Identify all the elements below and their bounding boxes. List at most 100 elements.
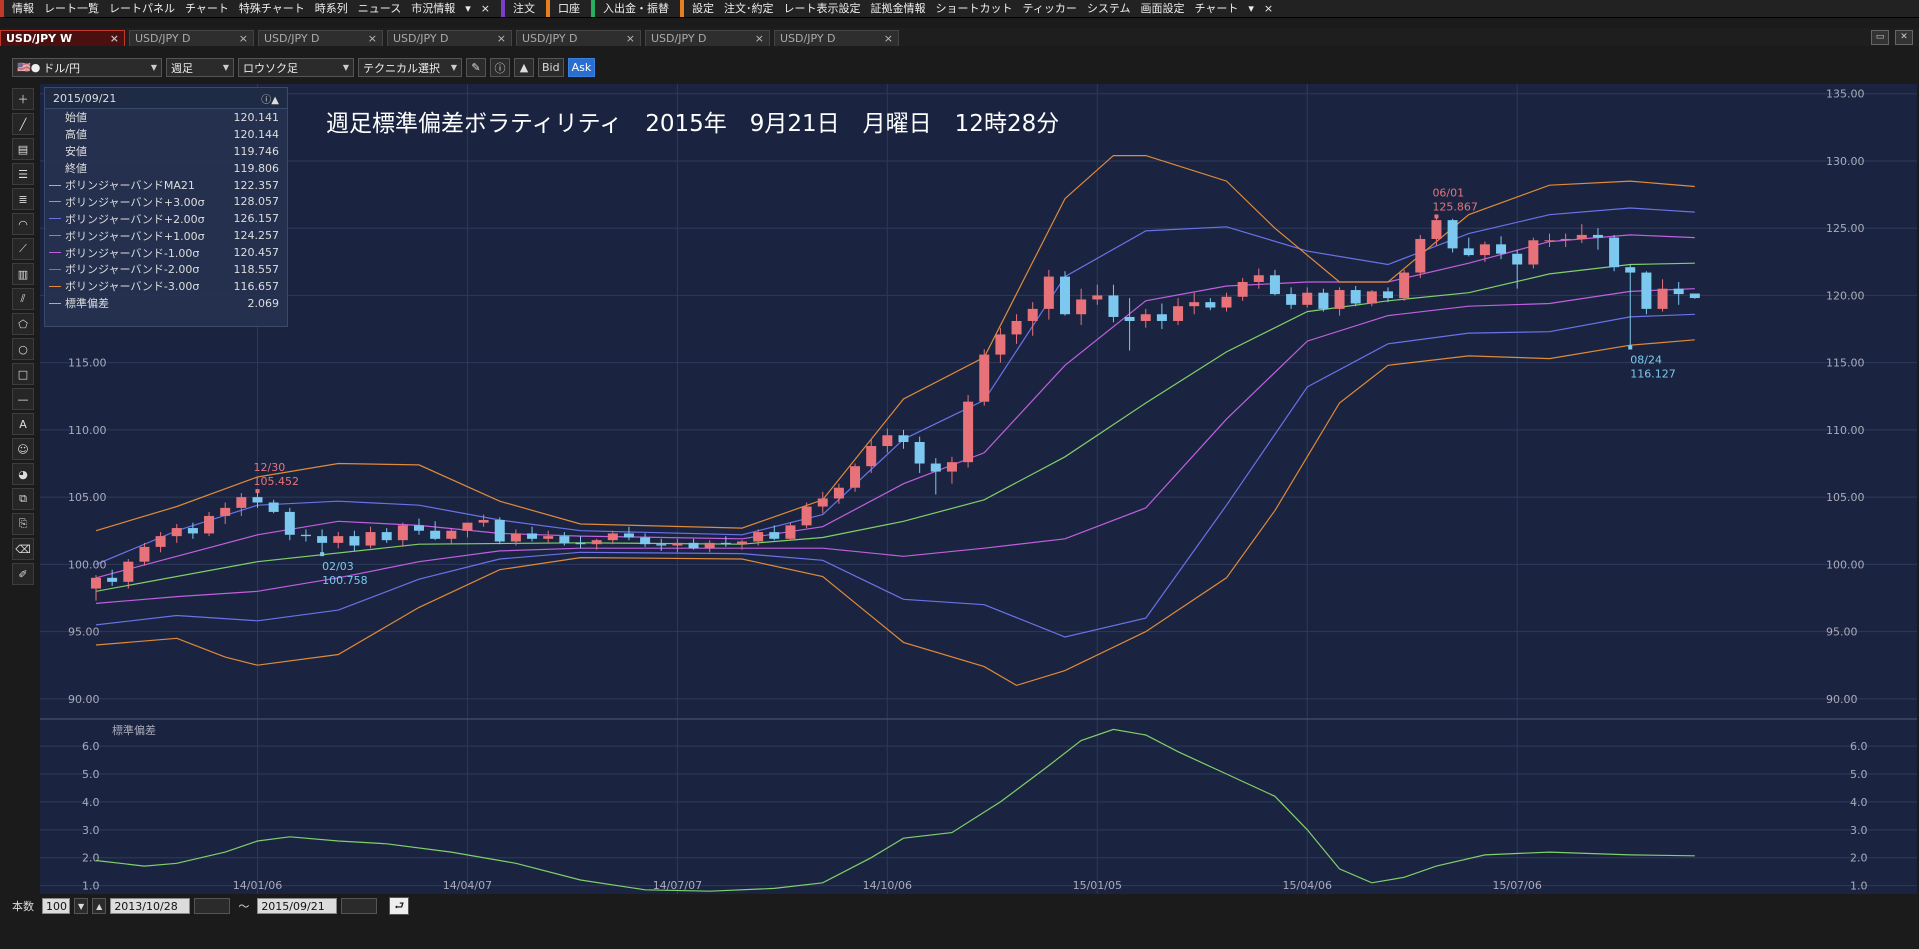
chart-tab-label: USD/JPY D (780, 32, 836, 45)
chart-tab[interactable]: USD/JPY D × (774, 30, 899, 46)
status-bar (0, 935, 1919, 949)
pentagon-icon[interactable]: ⬠ (12, 313, 34, 335)
candle-body (656, 544, 667, 546)
menu-item[interactable]: 市況情報 (406, 0, 460, 17)
fibonacci-icon[interactable]: ≣ (12, 188, 34, 210)
close-tab-icon[interactable]: × (497, 32, 506, 45)
menu-item[interactable]: 入出金・振替 (598, 0, 674, 17)
menu-item[interactable]: ▾ (460, 0, 476, 17)
info-panel: 2015/09/21 ⓘ▲ 始値 120.141 高値 120.144 安値 119.74… (44, 87, 288, 327)
menu-item[interactable]: レート表示設定 (778, 0, 865, 17)
menu-item[interactable]: ▾ (1243, 0, 1259, 17)
circle-icon[interactable]: ○ (12, 338, 34, 360)
candle-body (107, 577, 118, 582)
ruler-icon[interactable]: ▤ (12, 138, 34, 160)
candle-body (430, 530, 441, 539)
menu-item[interactable]: 設定 (687, 0, 719, 17)
candle-body (1625, 267, 1636, 273)
y-tick-label-right: 95.00 (1826, 626, 1858, 639)
close-tab-icon[interactable]: × (884, 32, 893, 45)
count-down-icon[interactable]: ▼ (74, 898, 89, 914)
horizontal-line-icon[interactable]: — (12, 388, 34, 410)
paste-icon[interactable]: ⎘ (12, 513, 34, 535)
close-tab-icon[interactable]: × (368, 32, 377, 45)
menu-item[interactable]: 注文 (508, 0, 540, 17)
crosshair-icon[interactable]: ＋ (12, 88, 34, 110)
text-icon[interactable]: A (12, 413, 34, 435)
chart-tab[interactable]: USD/JPY D × (516, 30, 641, 46)
chart-type-select[interactable]: ロウソク足 ▼ (238, 58, 354, 77)
menu-item[interactable]: 注文･約定 (719, 0, 779, 17)
period-select[interactable]: 週足 ▼ (166, 58, 234, 77)
arc-icon[interactable]: ◠ (12, 213, 34, 235)
menu-item[interactable]: × (1259, 0, 1278, 17)
menu-item[interactable]: システム (1082, 0, 1136, 17)
candle-body (478, 519, 489, 523)
ask-button[interactable]: Ask (567, 58, 596, 77)
menu-item[interactable]: チャート (180, 0, 234, 17)
menu-item[interactable]: 証拠金情報 (865, 0, 930, 17)
menu-item[interactable]: × (476, 0, 495, 17)
menu-item[interactable]: 時系列 (310, 0, 353, 17)
x-tick-label: 15/04/06 (1283, 879, 1332, 892)
candle-body (704, 542, 715, 549)
chart-shape-icon[interactable]: ▲ (514, 58, 534, 77)
fan-icon[interactable]: ⟋ (12, 238, 34, 260)
eraser-icon[interactable]: ⌫ (12, 538, 34, 560)
erase-all-icon[interactable]: ✐ (12, 563, 34, 585)
chart-tab[interactable]: USD/JPY D × (387, 30, 512, 46)
rectangle-icon[interactable]: □ (12, 363, 34, 385)
candle-body (510, 533, 521, 542)
close-tab-icon[interactable]: × (110, 32, 119, 45)
menu-item[interactable]: レート一覧 (39, 0, 104, 17)
candle-body (139, 546, 150, 562)
restore-window-button[interactable]: ▭ (1871, 30, 1889, 45)
chart-tab[interactable]: USD/JPY W × (0, 30, 125, 46)
chart-tab[interactable]: USD/JPY D × (129, 30, 254, 46)
info-panel-toggle-icon[interactable]: ⓘ▲ (261, 91, 279, 106)
end-date-input[interactable]: 2015/09/21 (257, 898, 338, 914)
menu-item[interactable]: 口座 (553, 0, 585, 17)
close-tab-icon[interactable]: × (626, 32, 635, 45)
series-swatch (49, 218, 61, 220)
menu-item[interactable]: ティッカー (1017, 0, 1081, 17)
start-time-input[interactable] (194, 898, 231, 914)
currency-pair-select[interactable]: 🇺🇸● ドル/円 ▼ (12, 58, 162, 77)
start-date-input[interactable]: 2013/10/28 (110, 898, 191, 914)
palette-icon[interactable]: ◕ (12, 463, 34, 485)
trendline-icon[interactable]: ╱ (12, 113, 34, 135)
end-time-input[interactable] (341, 898, 378, 914)
info-icon[interactable]: ⓘ (490, 58, 510, 77)
close-tab-icon[interactable]: × (755, 32, 764, 45)
info-label: 終値 (65, 162, 87, 176)
y-tick-label-left: 95.00 (68, 626, 100, 639)
refresh-icon[interactable]: ⮐ (389, 897, 410, 915)
close-tab-icon[interactable]: × (239, 32, 248, 45)
chart-tab[interactable]: USD/JPY D × (258, 30, 383, 46)
technical-select[interactable]: テクニカル選択 ▼ (358, 58, 462, 77)
menu-item[interactable]: 画面設定 (1136, 0, 1190, 17)
smiley-icon[interactable]: ☺ (12, 438, 34, 460)
info-value: 126.157 (233, 212, 280, 226)
chart-tab[interactable]: USD/JPY D × (645, 30, 770, 46)
copy-icon[interactable]: ⧉ (12, 488, 34, 510)
hline-set-icon[interactable]: ☰ (12, 163, 34, 185)
close-window-button[interactable]: ✕ (1895, 30, 1913, 45)
candle-body (1560, 238, 1571, 241)
channel-icon[interactable]: ⫽ (12, 288, 34, 310)
count-up-icon[interactable]: ▲ (92, 898, 107, 914)
vline-set-icon[interactable]: ▥ (12, 263, 34, 285)
series-swatch (49, 235, 61, 237)
menu-item[interactable]: 情報 (7, 0, 39, 17)
menu-item[interactable]: 特殊チャート (234, 0, 310, 17)
menu-item[interactable]: ニュース (353, 0, 406, 17)
count-input[interactable]: 100 (42, 898, 70, 914)
chart-area[interactable]: 12/30105.452 02/03100.758 06/01125.867 08/2… (40, 84, 1917, 894)
pen-icon[interactable]: ✎ (466, 58, 486, 77)
candle-body (1205, 302, 1216, 308)
candle-body (753, 532, 764, 542)
menu-item[interactable]: ショートカット (930, 0, 1017, 17)
menu-item[interactable]: チャート (1190, 0, 1244, 17)
menu-item[interactable]: レートパネル (104, 0, 180, 17)
bid-button[interactable]: Bid (538, 58, 564, 77)
